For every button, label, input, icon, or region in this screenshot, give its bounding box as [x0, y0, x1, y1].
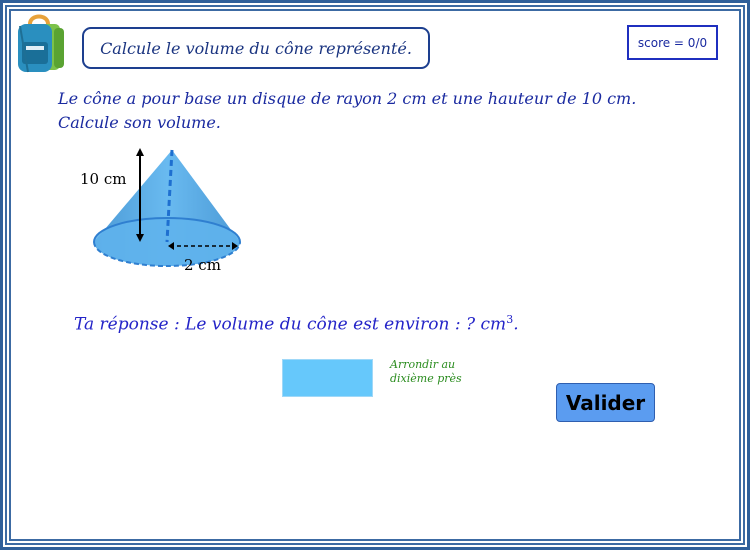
- answer-prompt: Ta réponse : Le volume du cône est envir…: [74, 313, 519, 335]
- score-display: score = 0/0: [627, 25, 718, 60]
- hint-line-1: Arrondir au: [390, 358, 456, 371]
- answer-prefix: Ta réponse :: [74, 314, 180, 335]
- rounding-hint: Arrondir au dixième près: [390, 358, 462, 386]
- instruction-title: Calcule le volume du cône représenté.: [82, 27, 430, 69]
- cone-figure: [93, 148, 241, 267]
- answer-suffix: .: [513, 314, 519, 335]
- hint-line-2: dixième près: [390, 372, 462, 385]
- statement-line-2: Calcule son volume.: [58, 113, 221, 132]
- validate-button[interactable]: Valider: [556, 383, 655, 422]
- statement-line-1: Le cône a pour base un disque de rayon 2…: [58, 89, 637, 108]
- backpack-icon: [18, 14, 64, 73]
- problem-statement: Le cône a pour base un disque de rayon 2…: [58, 87, 636, 135]
- answer-input[interactable]: [282, 359, 373, 397]
- height-label: 10 cm: [80, 170, 127, 188]
- answer-text: Le volume du cône est environ : ? cm: [185, 314, 507, 335]
- radius-label: 2 cm: [184, 256, 221, 274]
